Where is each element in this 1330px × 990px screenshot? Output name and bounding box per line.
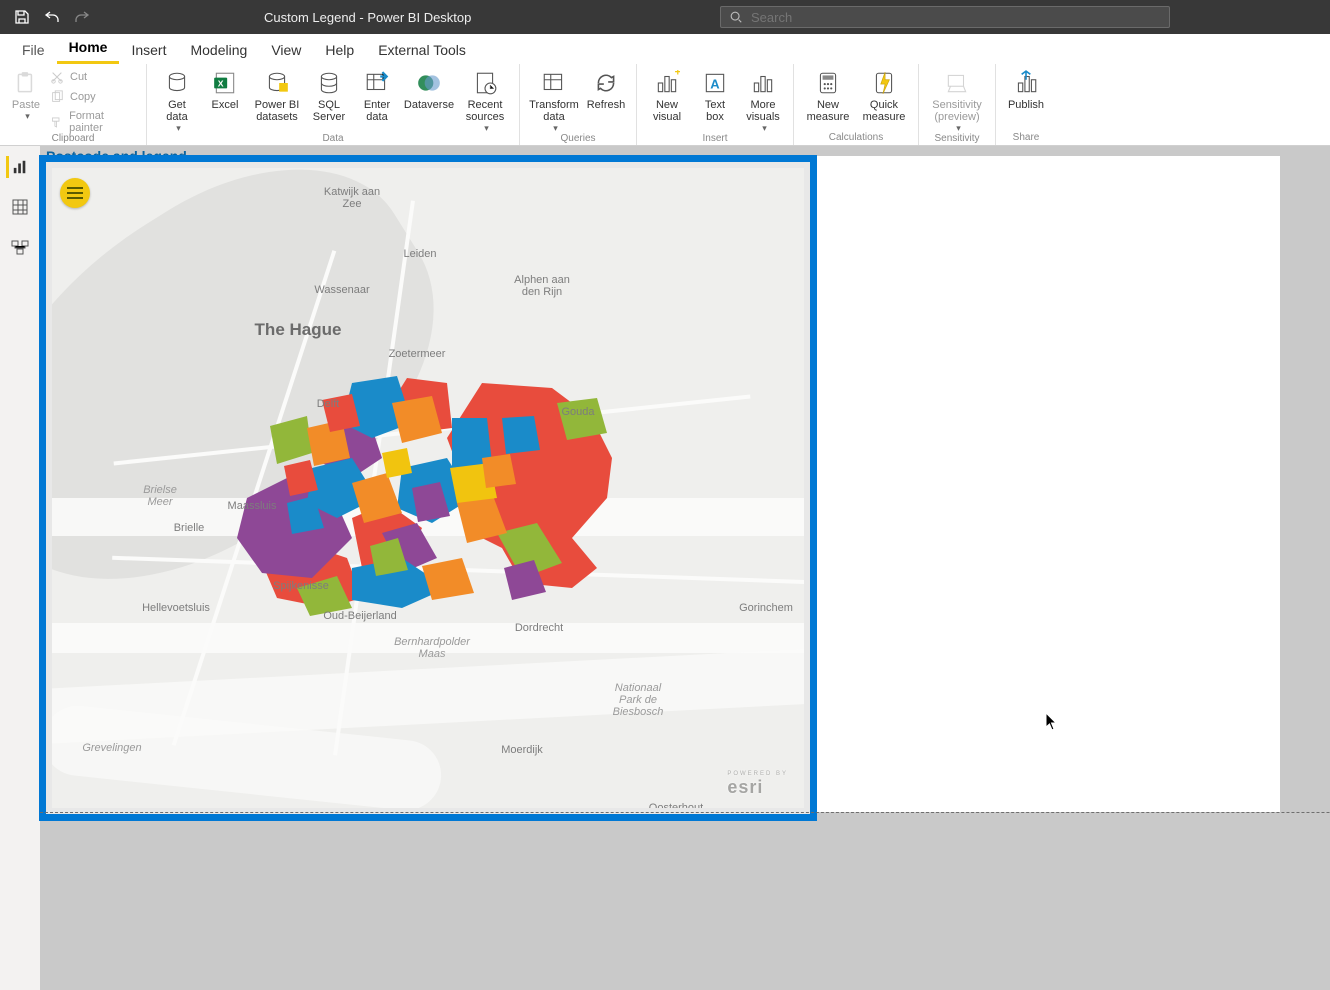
- new-measure-button[interactable]: New measure: [800, 66, 856, 123]
- quick-measure-icon: [869, 68, 899, 98]
- map-label: Spijkenisse: [273, 580, 329, 592]
- map-label: Alphen aan den Rijn: [514, 274, 570, 298]
- paste-icon: [11, 68, 41, 98]
- map-label: Dordrecht: [515, 622, 563, 634]
- model-view-button[interactable]: [9, 236, 31, 258]
- sql-server-button[interactable]: SQL Server: [305, 66, 353, 123]
- ribbon-group-data: Get data▾ XExcel Power BI datasets SQL S…: [147, 64, 520, 145]
- map-label: Nationaal Park de Biesbosch: [613, 682, 664, 718]
- ribbon-group-calculations: New measure Quick measure Calculations: [794, 64, 919, 145]
- map-label: The Hague: [255, 320, 342, 340]
- map-label: Hellevoetsluis: [142, 602, 210, 614]
- recent-sources-icon: [470, 68, 500, 98]
- map-label: Brielse Meer: [143, 484, 177, 508]
- mouse-cursor: [1045, 712, 1059, 732]
- map-menu-button[interactable]: [60, 178, 90, 208]
- new-visual-icon: +: [652, 68, 682, 98]
- enter-data-button[interactable]: Enter data: [353, 66, 401, 123]
- cut-icon: [50, 70, 64, 84]
- report-view-button[interactable]: [6, 156, 28, 178]
- copy-button: Copy: [46, 88, 140, 106]
- get-data-icon: [162, 68, 192, 98]
- refresh-button[interactable]: Refresh: [582, 66, 630, 111]
- ribbon-group-share: Publish Share: [996, 64, 1056, 145]
- refresh-icon: [591, 68, 621, 98]
- copy-icon: [50, 90, 64, 104]
- map-label: Zoetermeer: [389, 348, 446, 360]
- map-label: Maassluis: [228, 500, 277, 512]
- tab-insert[interactable]: Insert: [119, 35, 178, 64]
- map-label: Grevelingen: [82, 742, 141, 754]
- view-rail: [0, 146, 40, 990]
- ribbon-tabs: File Home Insert Modeling View Help Exte…: [0, 34, 1330, 64]
- ribbon: Paste ▾ Cut Copy Format painter Clipboar…: [0, 64, 1330, 146]
- window-title: Custom Legend - Power BI Desktop: [264, 10, 471, 25]
- esri-attribution: POWERED BY esri: [727, 772, 788, 798]
- sql-icon: [314, 68, 344, 98]
- text-box-button[interactable]: AText box: [691, 66, 739, 123]
- report-canvas[interactable]: Postcode and legend: [40, 146, 1330, 990]
- save-icon[interactable]: [14, 9, 30, 25]
- publish-button[interactable]: Publish: [1002, 66, 1050, 111]
- more-visuals-icon: [748, 68, 778, 98]
- text-box-icon: A: [700, 68, 730, 98]
- svg-text:X: X: [218, 78, 224, 88]
- tab-modeling[interactable]: Modeling: [178, 35, 259, 64]
- svg-text:A: A: [710, 76, 720, 91]
- search-input[interactable]: [751, 10, 1169, 25]
- map-visual-selected[interactable]: Katwijk aan Zee Leiden Wassenaar Alphen aan…: [40, 156, 816, 820]
- dataverse-icon: [414, 68, 444, 98]
- title-bar: Custom Legend - Power BI Desktop: [0, 0, 1330, 34]
- new-visual-button[interactable]: +New visual: [643, 66, 691, 123]
- ribbon-group-clipboard: Paste ▾ Cut Copy Format painter Clipboar…: [0, 64, 147, 145]
- quick-measure-button[interactable]: Quick measure: [856, 66, 912, 123]
- transform-data-button[interactable]: Transform data▾: [526, 66, 582, 134]
- paste-button: Paste ▾: [6, 66, 46, 122]
- map-label: Katwijk aan Zee: [324, 186, 380, 210]
- redo-icon[interactable]: [74, 9, 90, 25]
- ribbon-group-insert: +New visual AText box More visuals▾ Inse…: [637, 64, 794, 145]
- new-measure-icon: [813, 68, 843, 98]
- get-data-button[interactable]: Get data▾: [153, 66, 201, 134]
- ribbon-group-sensitivity: Sensitivity (preview)▾ Sensitivity: [919, 64, 996, 145]
- undo-icon[interactable]: [44, 9, 60, 25]
- map-label: Leiden: [403, 248, 436, 260]
- format-painter-icon: [50, 115, 63, 129]
- tab-help[interactable]: Help: [313, 35, 366, 64]
- arcgis-map[interactable]: Katwijk aan Zee Leiden Wassenaar Alphen aan…: [52, 168, 804, 808]
- map-label: Delft: [317, 398, 340, 410]
- map-label: Gorinchem: [739, 602, 793, 614]
- svg-text:+: +: [675, 70, 680, 78]
- dataverse-button[interactable]: Dataverse: [401, 66, 457, 111]
- tab-file[interactable]: File: [10, 35, 57, 64]
- search-box[interactable]: [720, 6, 1170, 28]
- tab-view[interactable]: View: [259, 35, 313, 64]
- map-label: Bernhardpolder Maas: [394, 636, 470, 660]
- map-label: Oosterhout: [649, 802, 703, 808]
- tab-home[interactable]: Home: [57, 32, 120, 64]
- enter-data-icon: [362, 68, 392, 98]
- tab-external-tools[interactable]: External Tools: [366, 35, 478, 64]
- ribbon-group-queries: Transform data▾ Refresh Queries: [520, 64, 637, 145]
- map-label: Gouda: [561, 406, 594, 418]
- pbi-datasets-icon: [262, 68, 292, 98]
- pbi-datasets-button[interactable]: Power BI datasets: [249, 66, 305, 123]
- more-visuals-button[interactable]: More visuals▾: [739, 66, 787, 134]
- report-page[interactable]: Katwijk aan Zee Leiden Wassenaar Alphen aan…: [40, 156, 1280, 812]
- map-label: Wassenaar: [314, 284, 369, 296]
- transform-icon: [539, 68, 569, 98]
- map-label: Oud-Beijerland: [323, 610, 396, 622]
- recent-sources-button[interactable]: Recent sources▾: [457, 66, 513, 134]
- map-label: Brielle: [174, 522, 205, 534]
- excel-icon: X: [210, 68, 240, 98]
- sensitivity-button: Sensitivity (preview)▾: [925, 66, 989, 134]
- map-label: Moerdijk: [501, 744, 543, 756]
- excel-button[interactable]: XExcel: [201, 66, 249, 111]
- sensitivity-icon: [942, 68, 972, 98]
- search-icon: [729, 10, 743, 24]
- publish-icon: [1011, 68, 1041, 98]
- cut-button: Cut: [46, 68, 140, 86]
- data-view-button[interactable]: [9, 196, 31, 218]
